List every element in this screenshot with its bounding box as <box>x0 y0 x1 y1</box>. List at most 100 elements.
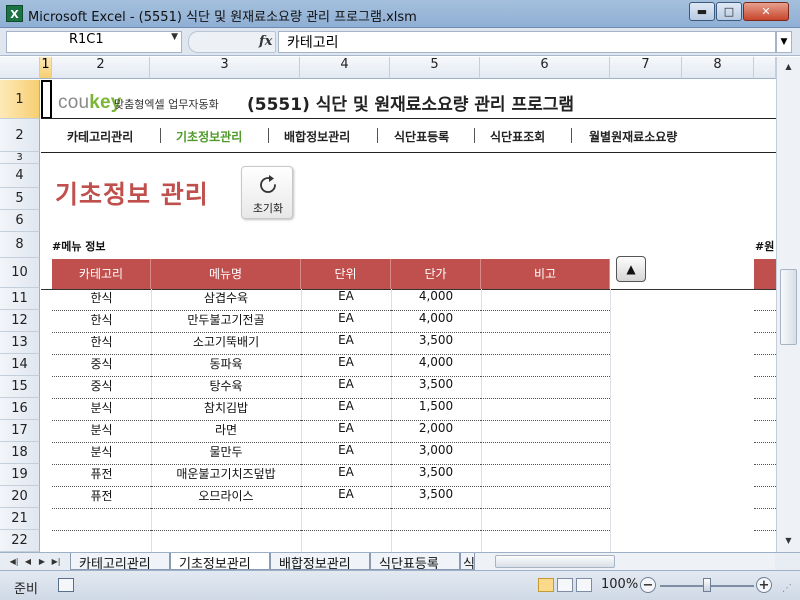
sheet-tab[interactable]: 식단표등록 <box>370 553 460 570</box>
row-header[interactable]: 1 <box>0 80 40 119</box>
cell-category[interactable] <box>52 509 151 531</box>
nav-link-monthly-material[interactable]: 월별원재료소요량 <box>589 128 677 145</box>
cell-category[interactable]: 한식 <box>52 311 151 333</box>
zoom-level[interactable]: 100% <box>601 577 638 592</box>
page-layout-view-icon[interactable] <box>557 578 573 592</box>
nav-link-menu-register[interactable]: 식단표등록 <box>394 128 449 145</box>
row-header[interactable]: 15 <box>0 376 40 398</box>
minimize-button[interactable]: ▬ <box>689 2 715 21</box>
sheet-tab-active[interactable]: 기초정보관리 <box>170 553 270 570</box>
name-box[interactable]: R1C1 ▼ <box>6 31 182 53</box>
cell-price[interactable]: 3,500 <box>391 377 481 399</box>
row-header[interactable]: 19 <box>0 464 40 486</box>
cell-price[interactable]: 4,000 <box>391 311 481 333</box>
cell-unit[interactable]: EA <box>301 355 391 377</box>
cell-unit[interactable] <box>301 531 391 552</box>
cell-menu[interactable]: 오므라이스 <box>151 487 301 509</box>
cell-note[interactable] <box>481 377 610 399</box>
resize-grip-icon[interactable]: ⋰ <box>782 583 796 597</box>
cell-category[interactable]: 한식 <box>52 333 151 355</box>
row-header[interactable]: 14 <box>0 354 40 376</box>
cell-category[interactable]: 한식 <box>52 289 151 311</box>
column-header[interactable]: 2 <box>52 57 150 79</box>
cell-unit[interactable]: EA <box>301 333 391 355</box>
sheet-tab[interactable]: 배합정보관리 <box>270 553 370 570</box>
cell-unit[interactable]: EA <box>301 443 391 465</box>
cell-menu[interactable]: 소고기뚝배기 <box>151 333 301 355</box>
reset-button[interactable]: 초기화 <box>241 166 293 219</box>
row-header[interactable]: 3 <box>0 152 40 164</box>
scroll-up-button[interactable]: ▲ <box>616 256 646 282</box>
cell-price[interactable]: 3,500 <box>391 487 481 509</box>
cell-unit[interactable]: EA <box>301 377 391 399</box>
scroll-down-icon[interactable]: ▼ <box>780 533 797 549</box>
table-header-price[interactable]: 단가 <box>391 259 481 289</box>
last-sheet-icon[interactable]: ▶| <box>50 554 62 570</box>
scroll-thumb[interactable] <box>780 269 797 345</box>
cell-menu[interactable]: 라면 <box>151 421 301 443</box>
cell-menu[interactable]: 탕수육 <box>151 377 301 399</box>
zoom-in-icon[interactable]: + <box>756 577 772 593</box>
next-sheet-icon[interactable]: ▶ <box>36 554 48 570</box>
column-header[interactable]: 7 <box>610 57 682 79</box>
row-header[interactable]: 12 <box>0 310 40 332</box>
row-header[interactable]: 17 <box>0 420 40 442</box>
formula-input[interactable]: 카테고리 <box>278 31 776 53</box>
cell-price[interactable] <box>391 531 481 552</box>
cell-menu[interactable] <box>151 509 301 531</box>
cell-menu[interactable]: 매운불고기치즈덮밥 <box>151 465 301 487</box>
cell-unit[interactable] <box>301 509 391 531</box>
cell-note[interactable] <box>481 289 610 311</box>
row-header[interactable]: 6 <box>0 210 40 232</box>
cell-category[interactable]: 분식 <box>52 443 151 465</box>
row-header[interactable]: 2 <box>0 119 40 152</box>
table-header-unit[interactable]: 단위 <box>301 259 391 289</box>
vertical-scrollbar[interactable]: ▲ ▼ <box>776 57 800 552</box>
cell-category[interactable] <box>52 531 151 552</box>
nav-link-basic-info[interactable]: 기초정보관리 <box>176 128 242 145</box>
table-header-note[interactable]: 비고 <box>481 259 610 289</box>
chevron-down-icon[interactable]: ▼ <box>171 32 178 42</box>
column-header-partial[interactable] <box>754 57 776 79</box>
cell-price[interactable]: 4,000 <box>391 289 481 311</box>
sheet-tab[interactable]: 카테고리관리 <box>70 553 170 570</box>
column-header[interactable]: 5 <box>390 57 480 79</box>
row-header[interactable]: 8 <box>0 232 40 258</box>
column-header[interactable]: 4 <box>300 57 390 79</box>
cell-note[interactable] <box>481 443 610 465</box>
cell-unit[interactable]: EA <box>301 421 391 443</box>
cell-menu[interactable]: 삼겹수육 <box>151 289 301 311</box>
close-button[interactable]: ✕ <box>743 2 789 21</box>
zoom-slider-thumb[interactable] <box>703 578 711 592</box>
cell-unit[interactable]: EA <box>301 399 391 421</box>
cell-category[interactable]: 중식 <box>52 377 151 399</box>
row-header[interactable]: 10 <box>0 258 40 288</box>
cell-note[interactable] <box>481 421 610 443</box>
cell-menu[interactable] <box>151 531 301 552</box>
cell-menu[interactable]: 물만두 <box>151 443 301 465</box>
active-cell-cursor[interactable] <box>41 80 52 119</box>
first-sheet-icon[interactable]: ◀| <box>8 554 20 570</box>
column-header[interactable]: 8 <box>682 57 754 79</box>
cell-category[interactable]: 분식 <box>52 421 151 443</box>
cell-price[interactable]: 3,000 <box>391 443 481 465</box>
cell-price[interactable]: 1,500 <box>391 399 481 421</box>
row-header[interactable]: 11 <box>0 288 40 310</box>
column-header[interactable]: 3 <box>150 57 300 79</box>
cell-price[interactable] <box>391 509 481 531</box>
cell-price[interactable]: 3,500 <box>391 333 481 355</box>
table-header-menu[interactable]: 메뉴명 <box>151 259 301 289</box>
macro-record-icon[interactable] <box>58 578 74 592</box>
row-header[interactable]: 13 <box>0 332 40 354</box>
normal-view-icon[interactable] <box>538 578 554 592</box>
cell-unit[interactable]: EA <box>301 311 391 333</box>
cell-menu[interactable]: 동파육 <box>151 355 301 377</box>
cell-note[interactable] <box>481 487 610 509</box>
excel-app-icon[interactable]: X <box>6 5 23 22</box>
zoom-out-icon[interactable]: − <box>640 577 656 593</box>
cell-price[interactable]: 4,000 <box>391 355 481 377</box>
cell-price[interactable]: 2,000 <box>391 421 481 443</box>
row-header[interactable]: 4 <box>0 164 40 188</box>
row-header[interactable]: 16 <box>0 398 40 420</box>
scroll-thumb[interactable] <box>495 555 615 568</box>
